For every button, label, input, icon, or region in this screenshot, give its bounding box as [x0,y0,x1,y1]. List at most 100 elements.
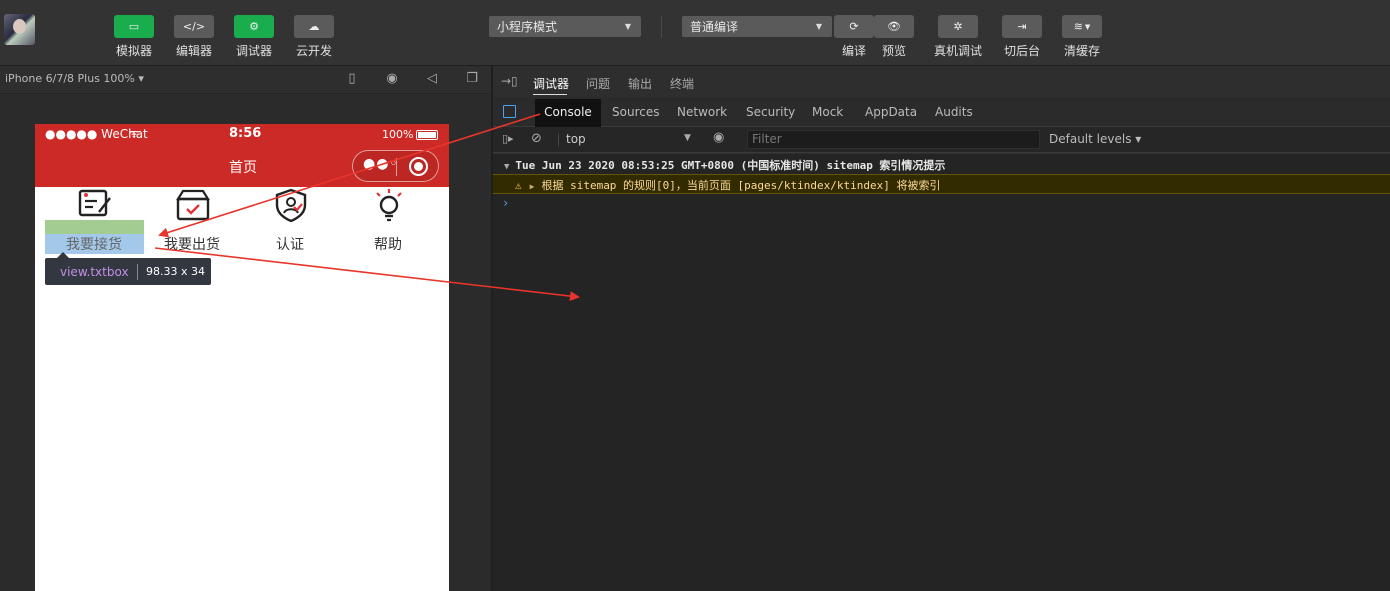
tab-network[interactable]: Network [677,105,727,119]
caret-down-icon: ▼ [504,162,510,172]
rotate-device-icon[interactable]: ▯ [344,71,360,87]
menu-label-ship: 我要出货 [164,237,220,253]
user-avatar[interactable] [4,14,35,45]
phone-screen: ●●●●● WeChat ᯤ 8:56 100% 首页 ●●◦ 我要接货 我要出… [35,124,449,591]
home-button-icon[interactable]: ◉ [384,71,400,87]
debug-icon: ⚙ [249,20,259,33]
group-header-text: Tue Jun 23 2020 08:53:25 GMT+0800 (中国标准时… [515,159,946,172]
bug-icon: ✲ [953,20,963,33]
chevron-down-icon: ▼ [624,22,631,31]
tab-audits[interactable]: Audits [935,105,973,119]
phone-status-bar: ●●●●● WeChat ᯤ 8:56 100% [35,124,449,146]
mode-select[interactable]: 小程序模式 ▼ [489,16,641,37]
debugger-label: 调试器 [235,44,272,58]
compile-button[interactable]: ⟳ [834,15,874,38]
tab-debugger[interactable]: 调试器 [533,75,569,92]
debugger-toggle-button[interactable]: ⚙ [234,15,274,38]
preview-button[interactable]: 👁 [874,15,914,38]
menu-label-auth: 认证 [276,237,304,253]
context-select[interactable]: top [566,132,586,146]
device-select[interactable]: iPhone 6/7/8 Plus 100% ▾ [5,72,144,85]
tab-problems[interactable]: 问题 [586,75,610,92]
detach-window-icon[interactable]: ❐ [464,71,480,87]
log-levels-select[interactable]: Default levels ▾ [1049,132,1141,146]
warning-text: 根据 sitemap 的规则[0]，当前页面 [pages/ktindex/kt… [541,179,941,192]
inspector-tooltip: view.txtbox 98.33 x 34 [45,252,211,285]
layers-icon: ≋ [1073,20,1083,33]
box-icon [176,189,210,221]
background-switch-label: 切后台 [1003,44,1040,58]
compile-mode-value: 普通编译 [690,20,739,34]
tab-appdata[interactable]: AppData [865,105,917,119]
cloud-dev-button[interactable]: ☁ [294,15,334,38]
menu-item-auth[interactable]: 认证 [241,188,339,253]
chevron-down-icon[interactable]: ▼ [684,133,691,143]
clear-cache-label: 清缓存 [1063,44,1100,58]
menu-label-receive: 我要接货 [66,237,122,253]
tooltip-selector: view.txtbox [60,265,129,279]
toolbar-divider [661,16,662,38]
page-title: 首页 [229,160,257,176]
battery-icon [416,130,438,140]
cloud-icon: ☁ [308,20,320,33]
refresh-icon: ⟳ [849,20,859,33]
caret-right-icon: ▶ [529,182,535,191]
debugger-tabs: →▯ 调试器 问题 输出 终端 [493,66,1390,97]
clear-console-icon[interactable]: ⊘ [531,131,542,146]
tooltip-size: 98.33 x 34 [146,265,205,278]
simulator-toggle-button[interactable]: ▭ [114,15,154,38]
remote-debug-label: 真机调试 [933,44,982,58]
chevron-down-icon: ▼ [815,22,822,31]
mode-select-value: 小程序模式 [497,20,558,34]
clear-cache-button[interactable]: ≋ ▼ [1062,15,1102,38]
top-toolbar: ▭ 模拟器 </> 编辑器 ⚙ 调试器 ☁ 云开发 小程序模式 ▼ 普通编译 ▼… [0,0,1390,66]
console-filter-input[interactable]: Filter [747,130,1040,149]
console-group-header[interactable]: ▼ Tue Jun 23 2020 08:53:25 GMT+0800 (中国标准… [493,154,1390,174]
eye-icon[interactable]: ◉ [713,130,724,145]
status-time: 8:56 [229,126,262,141]
eye-icon: 👁 [887,20,901,33]
menu-item-receive[interactable]: 我要接货 [45,188,143,253]
wifi-icon: ᯤ [129,127,140,140]
cloud-dev-label: 云开发 [295,44,332,58]
tab-output[interactable]: 输出 [628,75,652,92]
collapse-panel-icon[interactable]: →▯ [501,74,518,88]
tab-security[interactable]: Security [746,105,795,119]
menu-item-ship[interactable]: 我要出货 [143,188,241,253]
preview-label: 预览 [881,44,906,58]
sidebar-toggle-icon[interactable]: ▯▸ [502,132,514,145]
editor-label: 编辑器 [175,44,212,58]
active-tab-underline [533,94,567,95]
chevron-down-icon: ▼ [1084,22,1091,31]
inspect-element-icon[interactable] [503,105,516,118]
devtools-tabs: Console Sources Network Security Mock Ap… [493,97,1390,127]
switch-icon: ⇥ [1017,20,1027,33]
close-program-icon[interactable] [409,157,428,176]
background-switch-button[interactable]: ⇥ [1002,15,1042,38]
mini-program-capsule: ●●◦ [352,150,439,182]
tab-mock[interactable]: Mock [812,105,843,119]
phone-nav-bar: 首页 ●●◦ [35,146,449,187]
compile-label: 编译 [841,44,866,58]
remote-debug-button[interactable]: ✲ [938,15,978,38]
menu-label-help: 帮助 [374,237,402,253]
console-output: ▼ Tue Jun 23 2020 08:53:25 GMT+0800 (中国标准… [493,154,1390,591]
tab-console[interactable]: Console [535,99,601,127]
tooltip-divider [137,264,138,280]
console-warning-row[interactable]: ⚠ ▶ 根据 sitemap 的规则[0]，当前页面 [pages/ktindex/… [493,174,1390,194]
simulator-label: 模拟器 [115,44,152,58]
shield-icon [275,188,307,222]
tab-terminal[interactable]: 终端 [670,75,694,92]
volume-icon[interactable]: ◁ [424,71,440,87]
more-menu-icon[interactable]: ●●◦ [363,156,399,172]
phone-icon: ▭ [128,20,140,33]
compile-mode-select[interactable]: 普通编译 ▼ [682,16,832,37]
editor-toggle-button[interactable]: </> [174,15,214,38]
code-icon: </> [182,20,206,33]
tab-sources[interactable]: Sources [612,105,659,119]
menu-item-help[interactable]: 帮助 [339,188,437,253]
console-prompt[interactable]: › [502,196,509,210]
simulator-toolbar: iPhone 6/7/8 Plus 100% ▾ ▯ ◉ ◁ ❐ [0,66,491,94]
bulb-icon [376,189,402,222]
warning-icon: ⚠ [515,179,522,192]
